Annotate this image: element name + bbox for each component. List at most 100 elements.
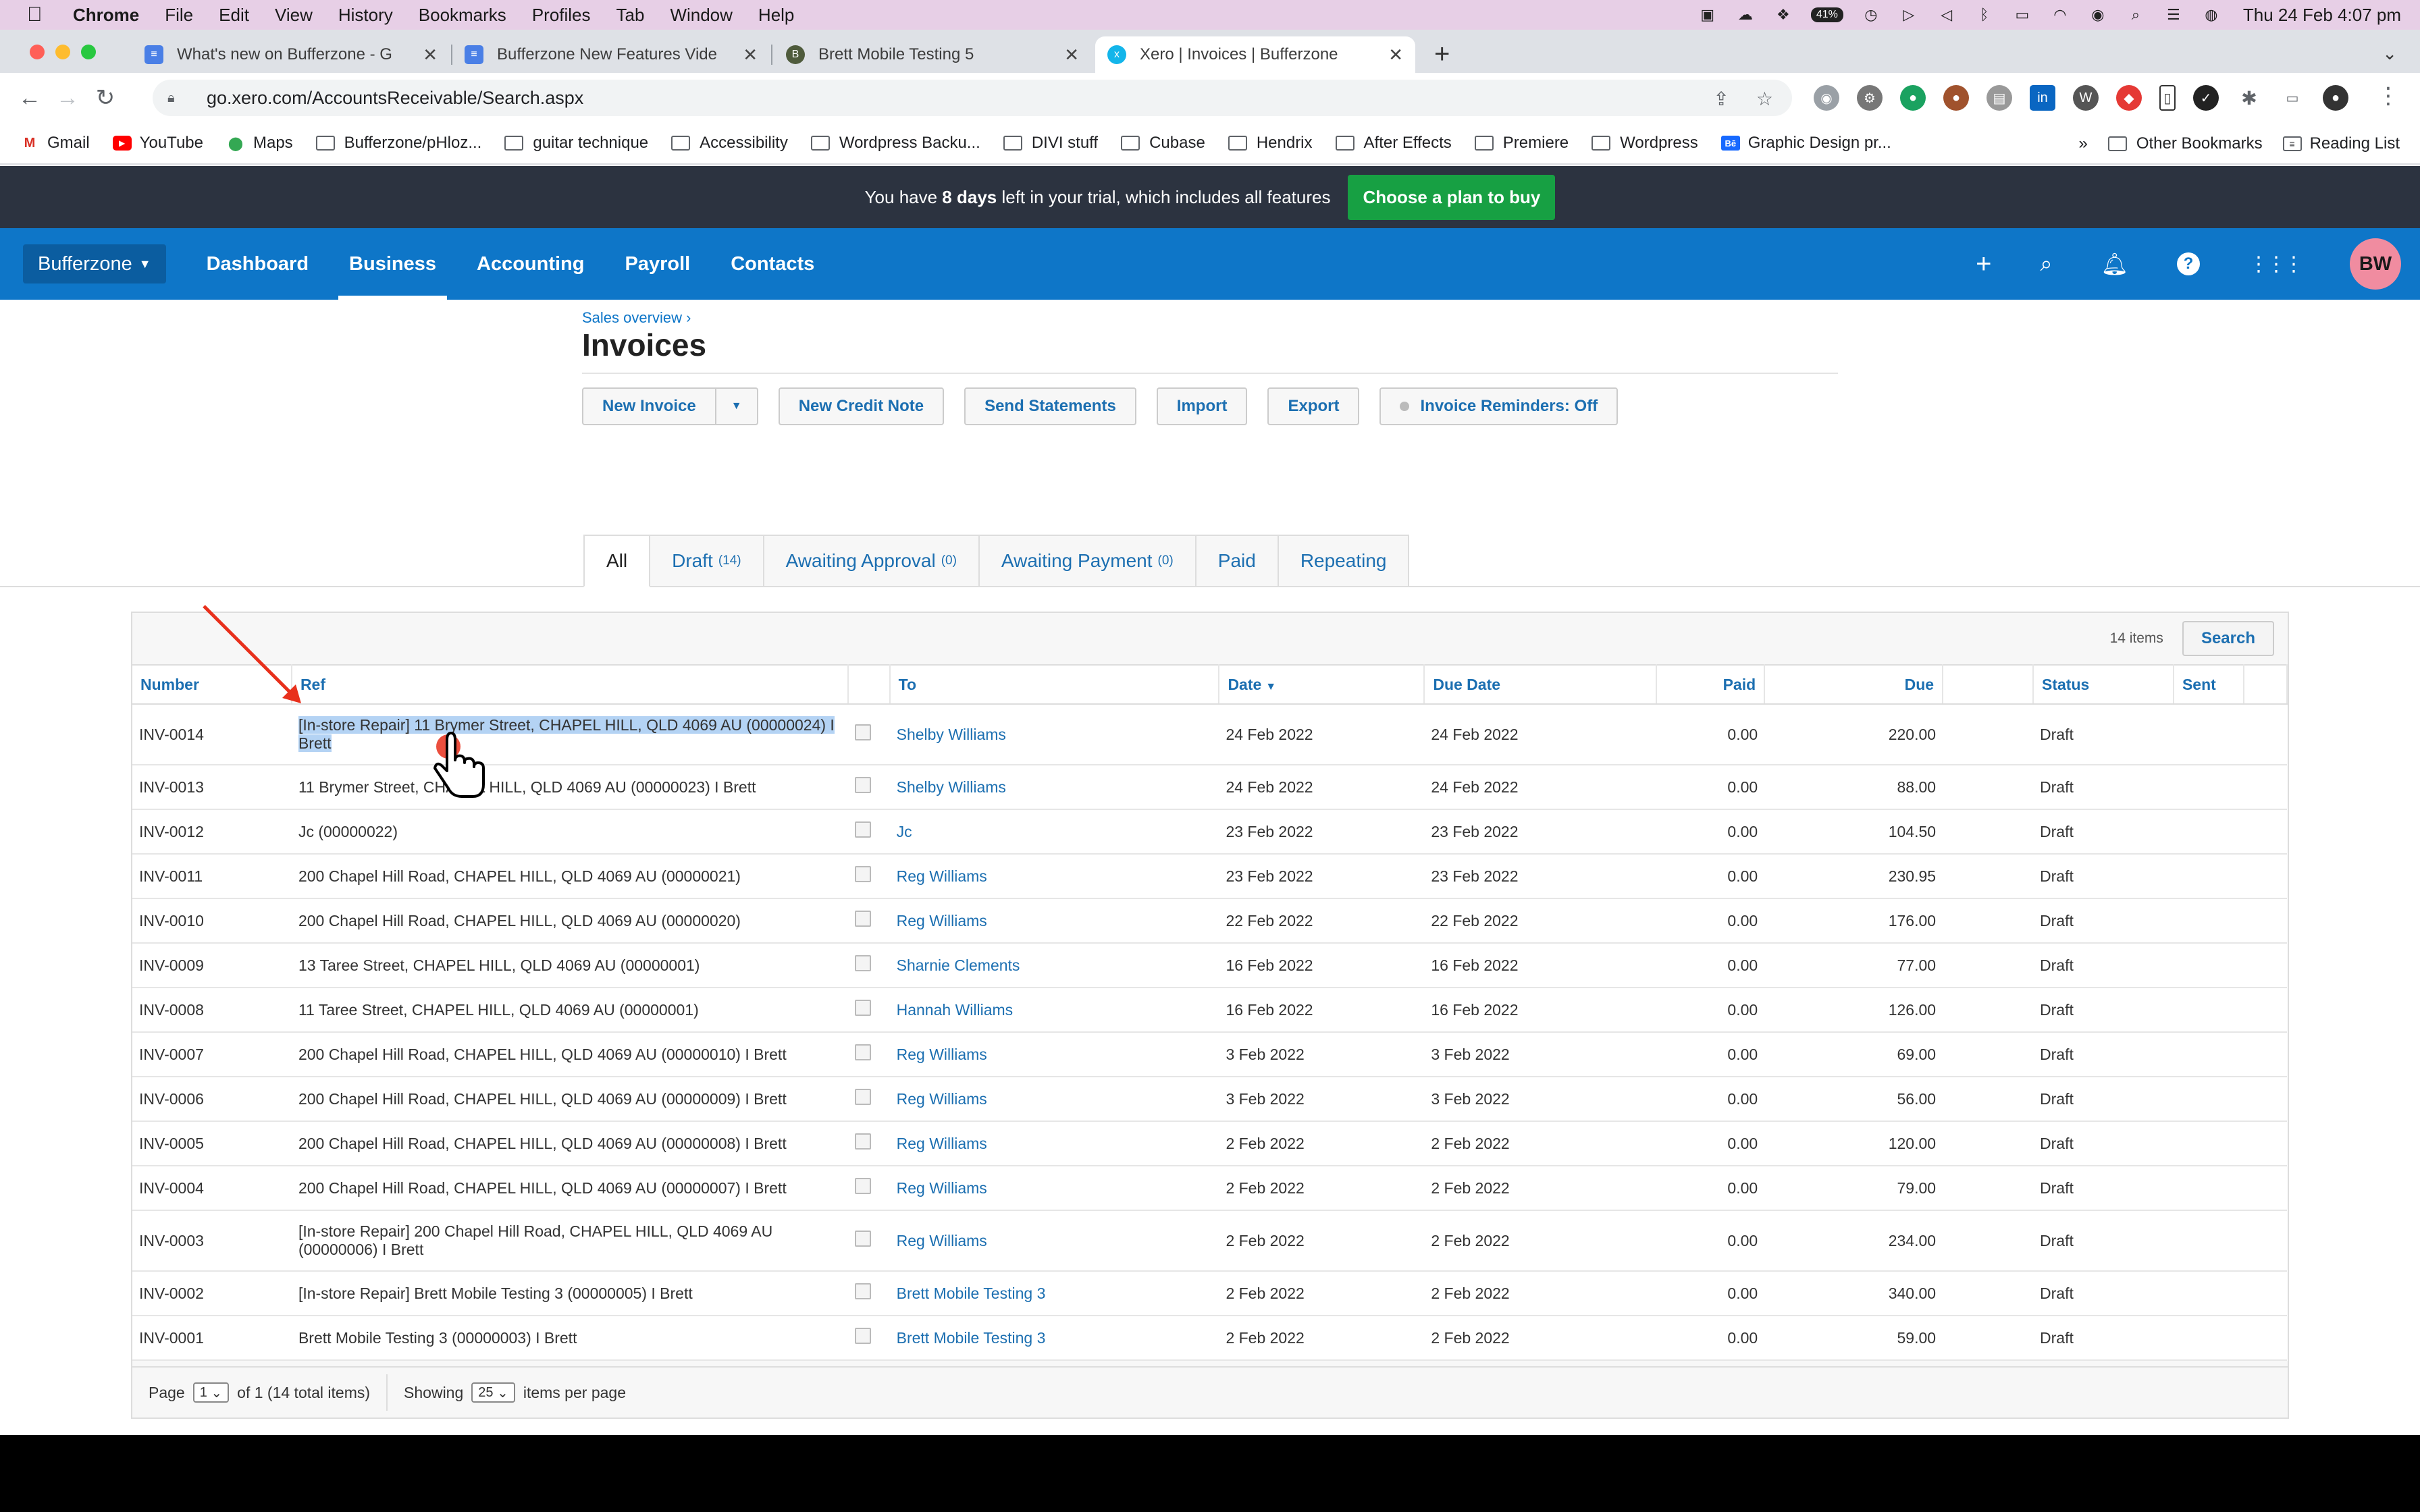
puzzle-extensions-icon[interactable]: ✱	[2236, 85, 2262, 111]
nav-dashboard[interactable]: Dashboard	[207, 228, 309, 300]
tab-repeating[interactable]: Repeating	[1278, 535, 1410, 587]
invoice-ref-cell[interactable]: 200 Chapel Hill Road, CHAPEL HILL, QLD 4…	[291, 1077, 848, 1122]
nav-accounting[interactable]: Accounting	[477, 228, 585, 300]
table-row[interactable]: INV-0007 200 Chapel Hill Road, CHAPEL HIL…	[132, 1032, 2287, 1077]
linkedin-extension-icon[interactable]: in	[2030, 85, 2055, 111]
close-tab-icon[interactable]: ✕	[423, 45, 438, 65]
invoice-contact-cell[interactable]: Reg Williams	[889, 898, 1219, 944]
bookmark-star-icon[interactable]: ☆	[1756, 88, 1773, 110]
battery-level-icon[interactable]: ▭	[2012, 6, 2032, 23]
table-row[interactable]: INV-0005 200 Chapel Hill Road, CHAPEL HIL…	[132, 1121, 2287, 1166]
more-bookmarks-chevron[interactable]: »	[2078, 134, 2087, 153]
menu-chrome-label[interactable]: Chrome	[73, 5, 139, 26]
user-avatar[interactable]: BW	[2350, 238, 2401, 290]
browser-tab-features-video[interactable]: ≡ Bufferzone New Features Vide ✕	[452, 36, 770, 73]
cloud-icon[interactable]: ☁	[1735, 6, 1756, 23]
menu-window-label[interactable]: Window	[670, 5, 732, 26]
invoice-contact-cell[interactable]: Reg Williams	[889, 854, 1219, 899]
table-row[interactable]: INV-0012 Jc (00000022) Jc 23 Feb 2022 23 Feb…	[132, 809, 2287, 855]
col-due-date[interactable]: Due Date	[1424, 664, 1658, 705]
search-menu-icon[interactable]: ⌕	[2126, 6, 2146, 23]
account-icon[interactable]: ◉	[2088, 6, 2108, 23]
organisation-switcher[interactable]: Bufferzone ▼	[23, 244, 166, 284]
nav-payroll[interactable]: Payroll	[625, 228, 691, 300]
table-row[interactable]: INV-0002 [In-store Repair] Brett Mobile T…	[132, 1271, 2287, 1316]
invoice-ref-cell[interactable]: Jc (00000022)	[291, 809, 848, 855]
invoice-contact-cell[interactable]: Reg Williams	[889, 1032, 1219, 1077]
table-row[interactable]: INV-0009 13 Taree Street, CHAPEL HILL, QL…	[132, 943, 2287, 988]
invoice-ref-cell[interactable]: 11 Taree Street, CHAPEL HILL, QLD 4069 A…	[291, 988, 848, 1033]
invoice-ref-cell[interactable]: Brett Mobile Testing 3 (00000003) I Bret…	[291, 1316, 848, 1361]
choose-plan-button[interactable]: Choose a plan to buy	[1348, 174, 1556, 220]
color-picker-extension-icon[interactable]: ◆	[2116, 85, 2142, 111]
table-row[interactable]: INV-0004 200 Chapel Hill Road, CHAPEL HIL…	[132, 1166, 2287, 1211]
browser-tab-whats-new[interactable]: ≡ What's new on Bufferzone - G ✕	[132, 36, 450, 73]
new-credit-note-button[interactable]: New Credit Note	[778, 387, 945, 425]
speaker-icon[interactable]: ◁	[1937, 6, 1957, 23]
col-paid[interactable]: Paid	[1656, 664, 1766, 705]
export-button[interactable]: Export	[1267, 387, 1360, 425]
dropbox-menu-icon[interactable]: ❖	[1773, 6, 1793, 23]
back-arrow-icon[interactable]: ←	[11, 85, 49, 111]
bookmark-folder-hendrix[interactable]: Hendrix	[1228, 134, 1313, 153]
row-checkbox[interactable]	[854, 777, 871, 793]
invoice-ref-cell[interactable]: 200 Chapel Hill Road, CHAPEL HILL, QLD 4…	[291, 898, 848, 944]
col-sent[interactable]: Sent	[2173, 664, 2244, 705]
invoice-contact-text[interactable]: Reg Williams	[897, 1090, 987, 1108]
invoice-reminders-button[interactable]: Invoice Reminders: Off	[1379, 387, 1619, 425]
table-row[interactable]: INV-0001 Brett Mobile Testing 3 (00000003…	[132, 1316, 2287, 1361]
phone-extension-icon[interactable]: ▯	[2159, 85, 2176, 111]
page-select[interactable]: 1 ⌄	[192, 1382, 230, 1403]
reading-list[interactable]: ≡ Reading List	[2282, 134, 2400, 153]
bookmark-maps[interactable]: ⬤ Maps	[226, 134, 293, 153]
add-plus-icon[interactable]: +	[1976, 249, 1991, 279]
bookmark-folder-guitar[interactable]: guitar technique	[504, 134, 648, 153]
bookmark-folder-wordpress[interactable]: Wordpress	[1592, 134, 1698, 153]
new-invoice-button[interactable]: New Invoice	[583, 389, 715, 424]
row-checkbox[interactable]	[854, 1133, 871, 1150]
browser-tab-brett-mobile[interactable]: B Brett Mobile Testing 5 ✕	[774, 36, 1091, 73]
invoice-contact-text[interactable]: Jc	[897, 823, 912, 840]
import-button[interactable]: Import	[1156, 387, 1248, 425]
invoice-contact-cell[interactable]: Reg Williams	[889, 1210, 1219, 1272]
siri-menu-icon[interactable]: ◍	[2201, 6, 2221, 23]
cast-icon[interactable]: ▭	[2280, 85, 2305, 111]
invoice-contact-text[interactable]: Hannah Williams	[897, 1001, 1014, 1019]
menu-bookmarks-label[interactable]: Bookmarks	[419, 5, 506, 26]
invoice-contact-text[interactable]: Reg Williams	[897, 1046, 987, 1063]
storage-extension-icon[interactable]: ▤	[1987, 85, 2012, 111]
invoice-contact-text[interactable]: Reg Williams	[897, 1135, 987, 1152]
table-row[interactable]: INV-0010 200 Chapel Hill Road, CHAPEL HIL…	[132, 898, 2287, 944]
invoice-ref-cell[interactable]: 13 Taree Street, CHAPEL HILL, QLD 4069 A…	[291, 943, 848, 988]
menu-profiles-label[interactable]: Profiles	[532, 5, 591, 26]
row-checkbox[interactable]	[854, 1328, 871, 1344]
window-close-button[interactable]	[30, 45, 45, 59]
col-date[interactable]: Date ▼	[1219, 664, 1425, 705]
bookmark-folder-cubase[interactable]: Cubase	[1121, 134, 1205, 153]
camera-icon[interactable]: ▣	[1698, 6, 1718, 23]
new-tab-plus-icon[interactable]: +	[1434, 39, 1450, 70]
invoice-contact-text[interactable]: Shelby Williams	[897, 726, 1006, 743]
close-tab-icon[interactable]: ✕	[1064, 45, 1079, 65]
table-row[interactable]: INV-0008 11 Taree Street, CHAPEL HILL, QL…	[132, 988, 2287, 1033]
camera-extension-icon[interactable]: ◉	[1814, 85, 1839, 111]
col-due[interactable]: Due	[1764, 664, 1944, 705]
invoice-ref-cell[interactable]: 200 Chapel Hill Road, CHAPEL HILL, QLD 4…	[291, 854, 848, 899]
tab-paid[interactable]: Paid	[1196, 535, 1279, 587]
menu-view-label[interactable]: View	[275, 5, 313, 26]
close-tab-icon[interactable]: ✕	[743, 45, 758, 65]
media-play-icon[interactable]: ▷	[1899, 6, 1919, 23]
invoice-contact-text[interactable]: Reg Williams	[897, 1232, 987, 1249]
share-icon[interactable]: ⇪	[1713, 88, 1729, 110]
nav-contacts[interactable]: Contacts	[731, 228, 814, 300]
menu-edit-label[interactable]: Edit	[219, 5, 249, 26]
search-icon[interactable]: ⌕	[2040, 251, 2052, 277]
app-grid-icon[interactable]: ⋮⋮⋮	[2248, 252, 2304, 276]
bluetooth-menu-icon[interactable]: ᛒ	[1974, 6, 1995, 23]
row-checkbox[interactable]	[854, 1178, 871, 1194]
dark-extension-icon[interactable]: ✓	[2193, 85, 2219, 111]
wifi-menu-icon[interactable]: ◠	[2050, 6, 2070, 23]
invoice-contact-text[interactable]: Reg Williams	[897, 867, 987, 885]
row-checkbox[interactable]	[854, 955, 871, 971]
menu-file-label[interactable]: File	[165, 5, 193, 26]
